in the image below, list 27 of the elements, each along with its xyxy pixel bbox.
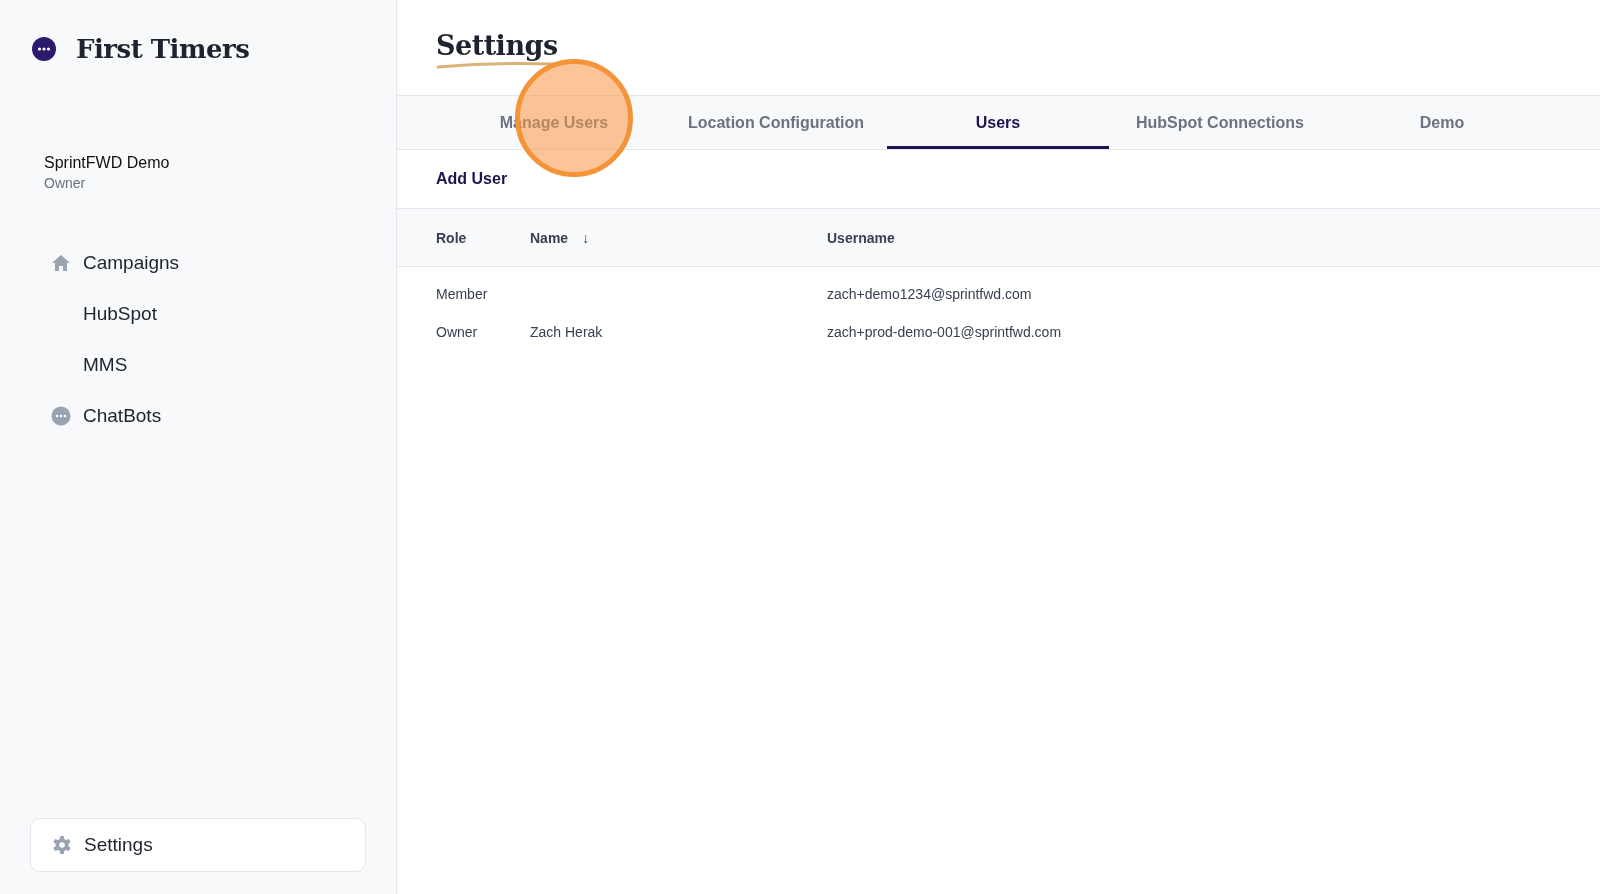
table-cell: Zach Herak: [530, 324, 603, 340]
tab[interactable]: Demo: [1331, 96, 1553, 149]
account-role: Owner: [44, 175, 86, 191]
tab[interactable]: Users: [887, 96, 1109, 149]
add-user-link[interactable]: Add User: [436, 170, 508, 187]
column-header: Username: [827, 229, 895, 246]
account-name: SprintFWD Demo: [44, 154, 170, 172]
sidebar-item[interactable]: ChatBots: [30, 390, 366, 441]
brand-name: First Timers: [76, 34, 250, 64]
chat-icon: [51, 405, 71, 426]
sidebar-item[interactable]: Campaigns: [30, 237, 366, 288]
home-icon: [51, 252, 71, 273]
logo-icon: [32, 37, 56, 61]
table-cell: zach+prod-demo-001@sprintfwd.com: [827, 324, 1062, 340]
column-header[interactable]: Name: [530, 229, 569, 246]
settings-icon: [52, 835, 72, 855]
sidebar-item[interactable]: Settings: [30, 818, 366, 872]
column-header: Role: [436, 229, 467, 246]
page-title: Settings: [436, 30, 558, 61]
tab[interactable]: HubSpot Connections: [1109, 96, 1331, 149]
sidebar-item[interactable]: MMS: [30, 339, 366, 390]
sort-indicator[interactable]: ↓: [582, 229, 590, 246]
tab[interactable]: Location Configuration: [665, 96, 887, 149]
table-cell: Owner: [436, 324, 478, 340]
table-cell: zach+demo1234@sprintfwd.com: [827, 286, 1032, 302]
table-cell: Member: [436, 286, 488, 302]
sidebar-item[interactable]: HubSpot: [30, 288, 366, 339]
